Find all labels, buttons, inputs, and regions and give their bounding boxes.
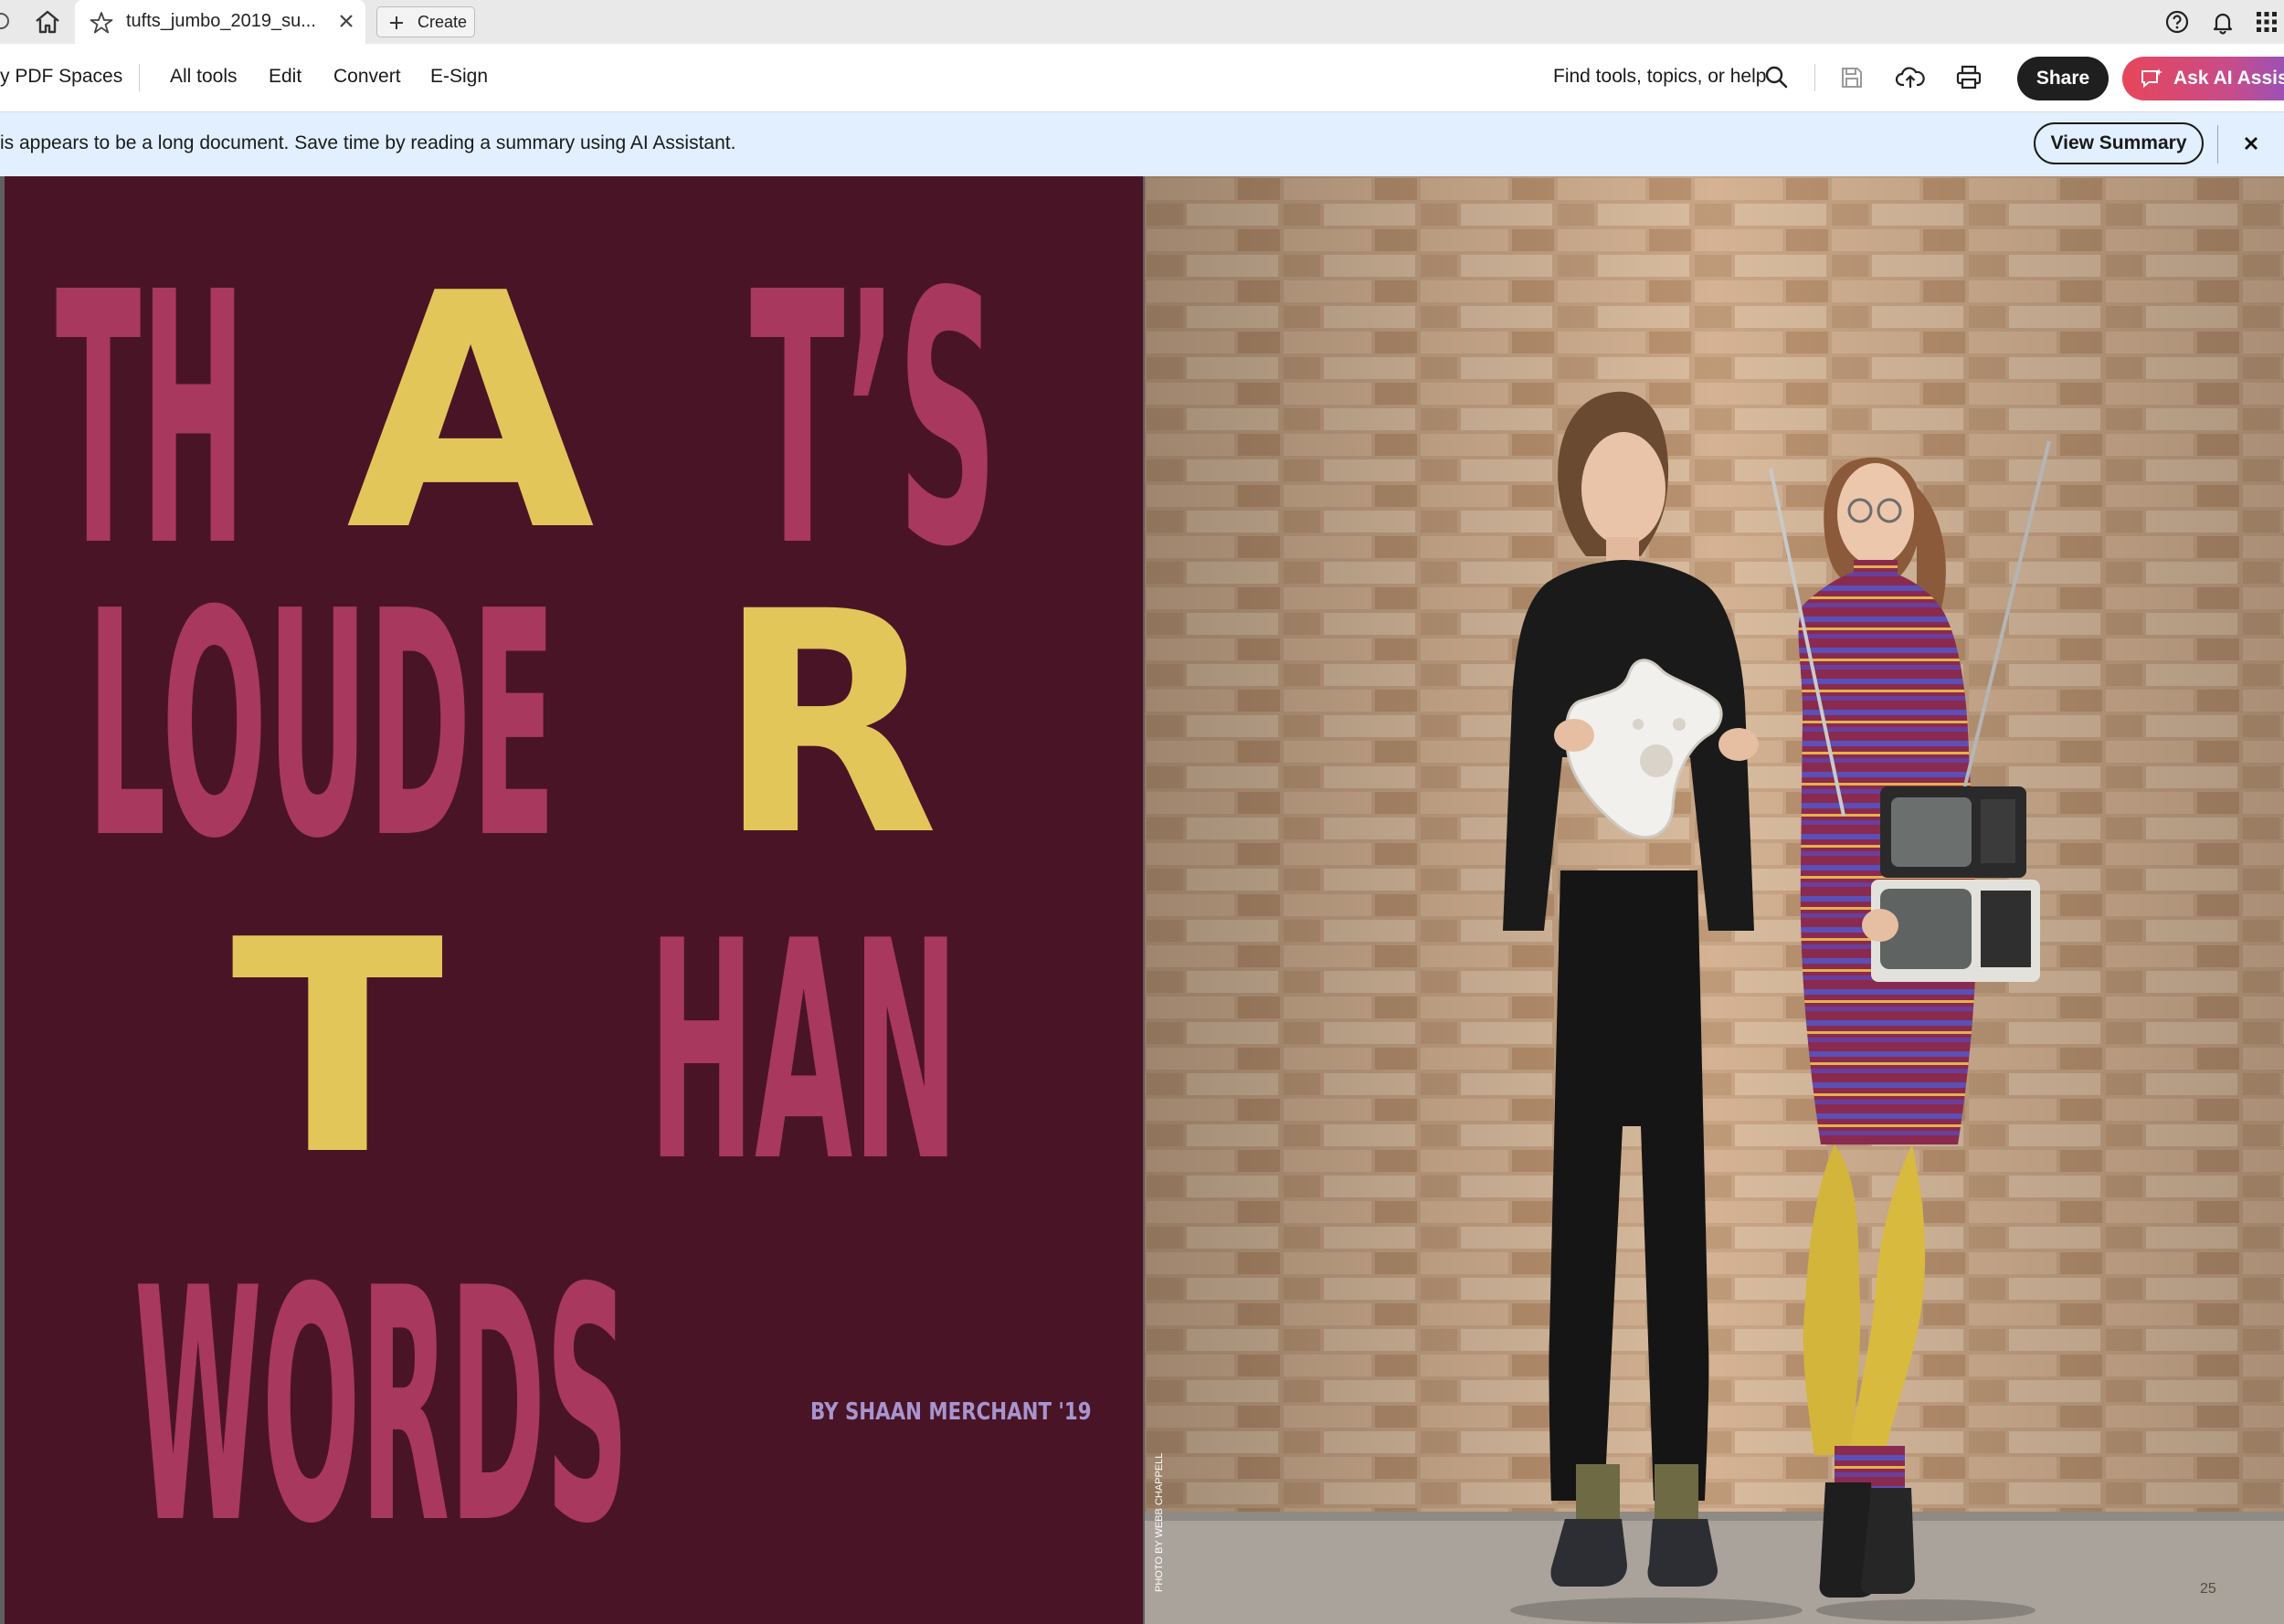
ask-ai-label: Ask AI Assistant [2173, 68, 2284, 89]
headline-part: HAN [649, 877, 959, 1228]
search-icon[interactable] [1761, 62, 1792, 93]
menu-divider [1814, 64, 1815, 91]
create-button[interactable]: Create [376, 6, 475, 37]
plus-icon [390, 16, 403, 29]
headline-highlight-letter: T [231, 877, 444, 1219]
menu-convert[interactable]: Convert [333, 66, 401, 88]
headline-part: T’S [750, 218, 998, 623]
article-byline: BY SHAAN MERCHANT '19 [810, 1398, 1092, 1426]
menu-edit[interactable]: Edit [269, 66, 301, 88]
help-icon[interactable] [2163, 8, 2191, 36]
notice-message: is appears to be a long document. Save t… [0, 132, 736, 153]
ask-ai-assistant-button[interactable]: Ask AI Assistant [2122, 57, 2284, 100]
save-icon[interactable] [1836, 62, 1867, 93]
headline-highlight-letter: R [717, 547, 939, 903]
star-icon[interactable] [90, 11, 113, 35]
notification-bell-icon[interactable] [2209, 8, 2236, 36]
window-control-icon[interactable] [0, 13, 9, 29]
document-tab[interactable]: tufts_jumbo_2019_su... [75, 0, 365, 44]
share-button[interactable]: Share [2017, 57, 2109, 100]
acrobat-menu-bar: y PDF Spaces All tools Edit Convert E-Si… [0, 44, 2284, 112]
home-icon[interactable] [31, 7, 64, 37]
headline-part: TH [56, 218, 246, 623]
print-icon[interactable] [1953, 62, 1984, 93]
apps-grid-icon[interactable] [2253, 8, 2280, 36]
create-label: Create [418, 13, 468, 31]
pdf-document-view[interactable]: TH A T’S LOUDE R T HAN WORDS BY SHAAN ME… [0, 176, 2284, 1624]
article-title-page: TH A T’S LOUDE R T HAN WORDS BY SHAAN ME… [5, 176, 1143, 1624]
headline-part: LOUDE [87, 545, 556, 907]
cloud-upload-icon[interactable] [1895, 62, 1926, 93]
tab-title: tufts_jumbo_2019_su... [126, 11, 316, 31]
photo-credit: PHOTO BY WEBB CHAPPELL [1154, 1452, 1165, 1592]
page-number: 25 [2200, 1581, 2216, 1597]
headline-part: WORDS [134, 1220, 629, 1595]
menu-divider [139, 64, 140, 91]
close-notice-icon[interactable] [2240, 132, 2262, 154]
article-photo-page: PHOTO BY WEBB CHAPPELL 25 [1145, 176, 2284, 1624]
ai-assistant-icon [2141, 69, 2162, 89]
browser-tab-bar: tufts_jumbo_2019_su... Create [0, 0, 2284, 45]
ai-summary-notice: is appears to be a long document. Save t… [0, 112, 2284, 176]
find-tools-input[interactable]: Find tools, topics, or help [1553, 66, 1766, 88]
view-summary-button[interactable]: View Summary [2034, 122, 2204, 164]
headline-highlight-letter: A [346, 224, 596, 602]
portrait-photo [1145, 176, 2284, 1624]
close-tab-icon[interactable] [336, 11, 356, 31]
menu-all-tools[interactable]: All tools [170, 66, 238, 88]
menu-pdf-spaces[interactable]: y PDF Spaces [0, 66, 122, 88]
notice-divider [2217, 125, 2218, 163]
menu-esign[interactable]: E-Sign [430, 66, 488, 88]
